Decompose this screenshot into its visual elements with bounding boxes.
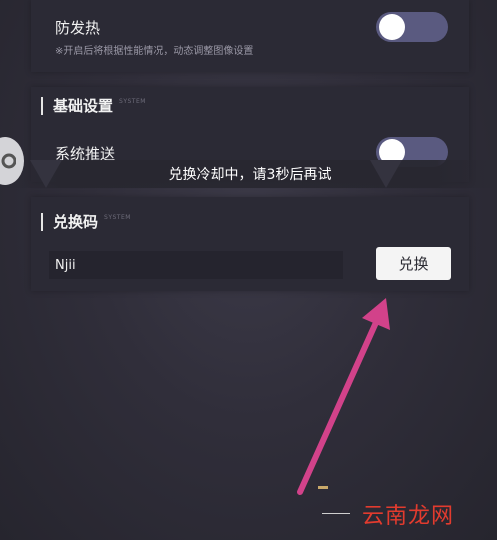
arrow-shaft — [297, 315, 381, 495]
watermark-logo: 云南龙网 — [362, 504, 455, 529]
watermark-line — [322, 513, 350, 514]
watermark-mark — [318, 486, 328, 489]
annotation-arrow — [297, 298, 390, 495]
